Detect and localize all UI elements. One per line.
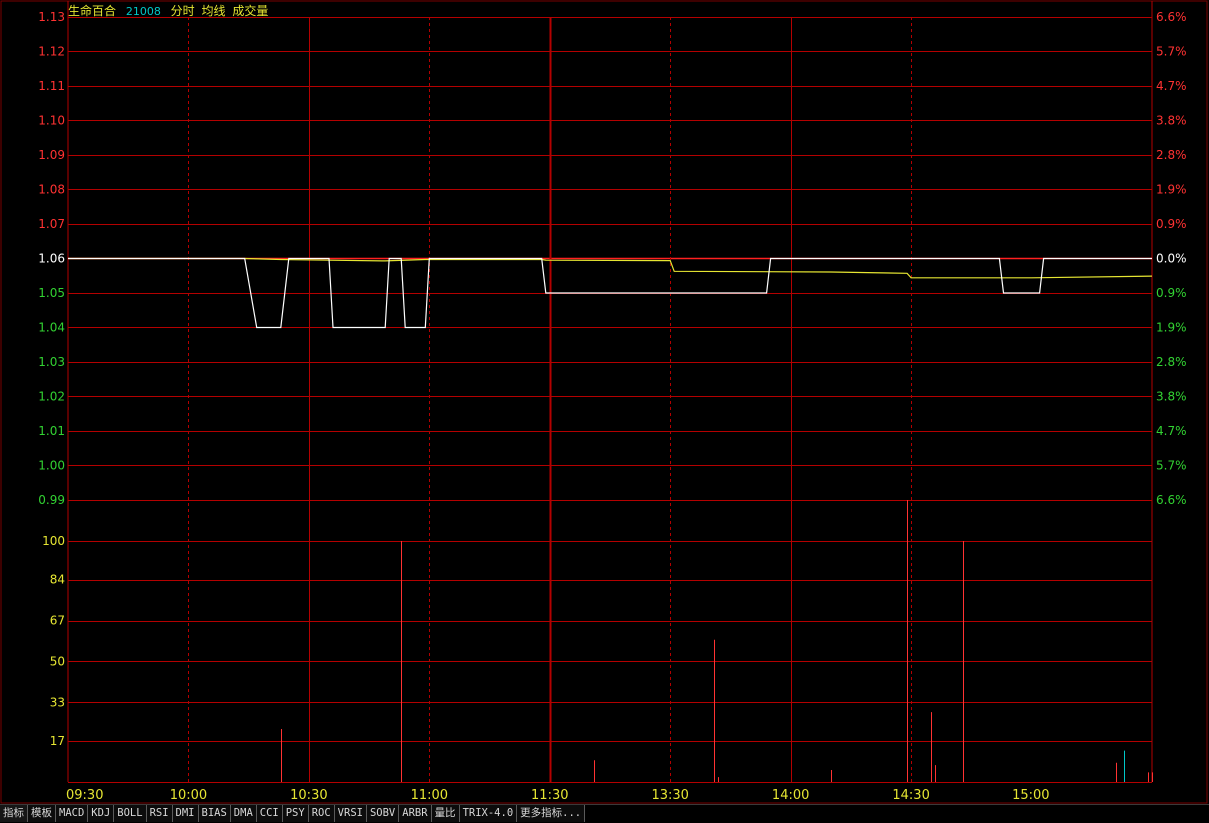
percent-tick-label: 4.7% bbox=[1156, 79, 1187, 93]
indicator-tab[interactable]: DMI bbox=[172, 805, 199, 822]
price-axis-labels: 1.13 1.12 1.11 1.10 1.09 1.08 1.07 1.06 1.05 1.04… bbox=[38, 10, 65, 507]
time-tick-label: 13:30 bbox=[651, 788, 688, 803]
price-tick-label: 1.07 bbox=[38, 217, 65, 231]
volume-bars bbox=[281, 500, 1153, 782]
percent-tick-label: 0.9% bbox=[1156, 217, 1187, 231]
price-tick-label: 1.00 bbox=[38, 459, 65, 473]
percent-tick-label: 4.7% bbox=[1156, 424, 1187, 438]
indicator-tab[interactable]: 更多指标... bbox=[517, 805, 586, 822]
indicator-tab[interactable]: PSY bbox=[282, 805, 309, 822]
percent-tick-label: 5.7% bbox=[1156, 45, 1187, 59]
intraday-chart[interactable]: 1.13 1.12 1.11 1.10 1.09 1.08 1.07 1.06 1.05 1.04… bbox=[0, 0, 1209, 822]
price-tick-label: 1.01 bbox=[38, 424, 65, 438]
time-axis-labels: 09:30 10:00 10:30 11:00 11:30 13:30 14:00 14:30… bbox=[66, 788, 1050, 803]
grid-lines bbox=[0, 0, 1208, 804]
indicator-tab[interactable]: VRSI bbox=[334, 805, 367, 822]
volume-label: 成交量 bbox=[232, 4, 269, 18]
indicator-tab-bar: 指标 模板 MACD KDJ BOLL RSI DMI BIAS DMA CCI PSY ROC VRS… bbox=[0, 804, 1209, 823]
percent-tick-label: 2.8% bbox=[1156, 355, 1187, 369]
price-tick-label: 1.04 bbox=[38, 321, 65, 335]
percent-axis-labels: 6.6% 5.7% 4.7% 3.8% 2.8% 1.9% 0.9% 0.0% 0.9% 1.9%… bbox=[1156, 10, 1187, 507]
price-tick-label: 1.06 bbox=[38, 252, 65, 266]
volume-axis-labels: 100 84 67 50 33 17 bbox=[42, 534, 65, 748]
volume-tick-label: 100 bbox=[42, 534, 65, 548]
percent-tick-label: 5.7% bbox=[1156, 459, 1187, 473]
indicator-tab[interactable]: RSI bbox=[146, 805, 173, 822]
price-tick-label: 1.13 bbox=[38, 10, 65, 24]
percent-tick-label: 2.8% bbox=[1156, 148, 1187, 162]
indicator-tab[interactable]: BOLL bbox=[114, 805, 147, 822]
indicator-tab[interactable]: TRIX-4.0 bbox=[459, 805, 518, 822]
stock-code: 21008 bbox=[125, 5, 161, 18]
indicator-tab[interactable]: CCI bbox=[256, 805, 283, 822]
percent-tick-label: 3.8% bbox=[1156, 114, 1187, 128]
indicator-tab[interactable]: SOBV bbox=[366, 805, 400, 822]
indicator-tab[interactable]: KDJ bbox=[88, 805, 115, 822]
indicator-tab[interactable]: BIAS bbox=[198, 805, 231, 822]
average-price-line bbox=[68, 257, 1153, 279]
price-tick-label: 1.03 bbox=[38, 355, 65, 369]
price-tick-label: 1.02 bbox=[38, 390, 65, 404]
price-tick-label: 1.09 bbox=[38, 148, 65, 162]
avg-line-label: 均线 bbox=[201, 4, 226, 18]
time-tick-label: 14:30 bbox=[892, 788, 929, 803]
time-tick-label: 11:30 bbox=[531, 788, 568, 803]
time-tick-label: 09:30 bbox=[66, 788, 103, 803]
percent-tick-label: 1.9% bbox=[1156, 321, 1187, 335]
volume-tick-label: 67 bbox=[50, 614, 65, 628]
average-line-path bbox=[68, 257, 1153, 279]
chart-header: 生命百合 21008 分时 均线 成交量 bbox=[68, 2, 274, 19]
time-tick-label: 10:00 bbox=[170, 788, 207, 803]
indicator-tab[interactable]: 指标 bbox=[0, 805, 28, 822]
volume-tick-label: 33 bbox=[50, 695, 65, 709]
time-tick-label: 11:00 bbox=[411, 788, 448, 803]
time-tick-label: 14:00 bbox=[772, 788, 809, 803]
volume-tick-label: 17 bbox=[50, 734, 65, 748]
price-tick-label: 1.11 bbox=[38, 79, 65, 93]
indicator-tab[interactable]: 量比 bbox=[431, 805, 460, 822]
indicator-tab[interactable]: MACD bbox=[56, 805, 89, 822]
percent-tick-label: 6.6% bbox=[1156, 10, 1187, 24]
time-tick-label: 10:30 bbox=[290, 788, 327, 803]
price-tick-label: 1.08 bbox=[38, 183, 65, 197]
volume-tick-label: 84 bbox=[50, 573, 65, 587]
percent-tick-label: 0.9% bbox=[1156, 286, 1187, 300]
indicator-tab[interactable]: 模板 bbox=[28, 805, 56, 822]
percent-tick-label: 0.0% bbox=[1156, 252, 1187, 266]
stock-name: 生命百合 bbox=[68, 4, 117, 18]
percent-tick-label: 3.8% bbox=[1156, 390, 1187, 404]
indicator-tab[interactable]: ROC bbox=[308, 805, 335, 822]
time-tick-label: 15:00 bbox=[1012, 788, 1049, 803]
percent-tick-label: 1.9% bbox=[1156, 183, 1187, 197]
indicator-tab[interactable]: DMA bbox=[230, 805, 257, 822]
price-tick-label: 1.05 bbox=[38, 286, 65, 300]
price-tick-label: 1.12 bbox=[38, 45, 65, 59]
outer-frame bbox=[0, 0, 1208, 804]
price-tick-label: 0.99 bbox=[38, 493, 65, 507]
price-tick-label: 1.10 bbox=[38, 114, 65, 128]
percent-tick-label: 6.6% bbox=[1156, 493, 1187, 507]
indicator-tab[interactable]: ARBR bbox=[399, 805, 432, 822]
chart-mode: 分时 bbox=[170, 4, 195, 18]
volume-tick-label: 50 bbox=[50, 654, 65, 668]
